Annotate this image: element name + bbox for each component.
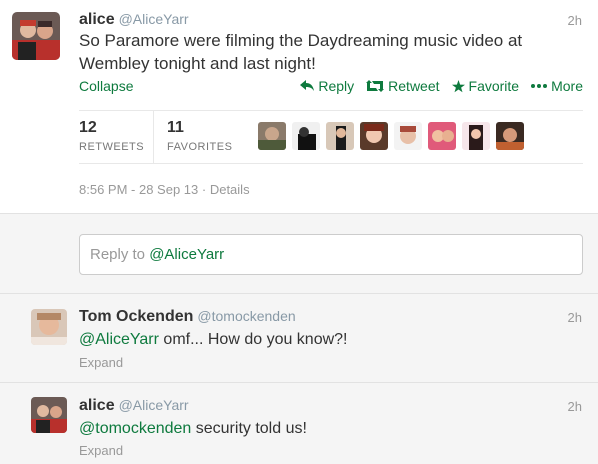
favorites-label: FAVORITES: [167, 141, 233, 153]
meta-separator: ·: [201, 182, 210, 197]
favoriter-avatar[interactable]: [258, 122, 286, 150]
favoriter-avatar[interactable]: [360, 122, 388, 150]
favorite-star-icon: [451, 79, 465, 93]
reply-input[interactable]: Reply to @AliceYarr: [79, 234, 583, 275]
reply-text: @AliceYarr omf... How do you know?!: [79, 331, 348, 348]
tweet-text: So Paramore were filming the Daydreaming…: [79, 31, 523, 73]
favoriter-avatar[interactable]: [496, 122, 524, 150]
reply-time[interactable]: 2h: [568, 310, 582, 325]
favorites-count: 11: [167, 119, 184, 136]
expand-link[interactable]: Expand: [79, 443, 123, 458]
favoriter-avatar[interactable]: [292, 122, 320, 150]
more-label: More: [551, 78, 583, 94]
retweet-icon: [366, 80, 385, 92]
reply-author-handle[interactable]: @AliceYarr: [119, 397, 189, 413]
expand-link[interactable]: Expand: [79, 355, 123, 370]
details-link[interactable]: Details: [210, 182, 250, 197]
tweet-time[interactable]: 2h: [568, 13, 582, 28]
author-name[interactable]: alice @AliceYarr: [79, 11, 189, 29]
favorite-button[interactable]: Favorite: [451, 78, 520, 94]
reply-mention: @AliceYarr: [149, 246, 225, 263]
reply-mention-link[interactable]: @tomockenden: [79, 420, 191, 437]
main-tweet: alice @AliceYarr 2h So Paramore were film…: [0, 0, 598, 214]
favorite-label: Favorite: [468, 78, 520, 94]
tweet-actions: Reply Retweet Favorite More: [300, 78, 583, 94]
favoriter-avatar[interactable]: [326, 122, 354, 150]
reply-tweet[interactable]: Tom Ockenden @tomockenden 2h @AliceYarr o…: [0, 293, 598, 382]
reply-button[interactable]: Reply: [300, 78, 354, 94]
reply-prefix: Reply to: [90, 246, 150, 263]
retweets-label: RETWEETS: [79, 141, 145, 153]
more-dots-icon: [531, 84, 548, 88]
tweet-timestamp[interactable]: 8:56 PM - 28 Sep 13: [79, 182, 198, 197]
reply-time[interactable]: 2h: [568, 399, 582, 414]
reply-icon: [300, 80, 315, 92]
avatar[interactable]: [12, 12, 60, 60]
stats-divider: [153, 111, 154, 163]
retweet-button[interactable]: Retweet: [366, 78, 440, 94]
favoriter-avatar[interactable]: [428, 122, 456, 150]
reply-text: @tomockenden security told us!: [79, 420, 307, 437]
reply-author-handle[interactable]: @tomockenden: [197, 308, 295, 324]
more-button[interactable]: More: [531, 78, 583, 94]
favoriters-list: [258, 122, 524, 150]
favoriter-avatar[interactable]: [394, 122, 422, 150]
tweet-meta: 8:56 PM - 28 Sep 13 · Details: [79, 182, 250, 197]
reply-author-name[interactable]: Tom Ockenden @tomockenden: [79, 308, 296, 326]
tweet-stats: 12 RETWEETS 11 FAVORITES: [79, 110, 583, 164]
retweet-label: Retweet: [388, 78, 440, 94]
favorites-stat[interactable]: 11 FAVORITES: [167, 119, 232, 153]
author-handle[interactable]: @AliceYarr: [119, 11, 189, 27]
retweets-count: 12: [79, 119, 97, 136]
avatar[interactable]: [31, 309, 67, 345]
favoriter-avatar[interactable]: [462, 122, 490, 150]
avatar[interactable]: [31, 397, 67, 433]
reply-label: Reply: [318, 78, 355, 94]
reply-author-name[interactable]: alice @AliceYarr: [79, 397, 189, 415]
reply-mention-link[interactable]: @AliceYarr: [79, 331, 159, 348]
retweets-stat[interactable]: 12 RETWEETS: [79, 119, 144, 153]
collapse-link[interactable]: Collapse: [79, 78, 133, 94]
reply-tweet[interactable]: alice @AliceYarr 2h @tomockenden security…: [0, 382, 598, 464]
